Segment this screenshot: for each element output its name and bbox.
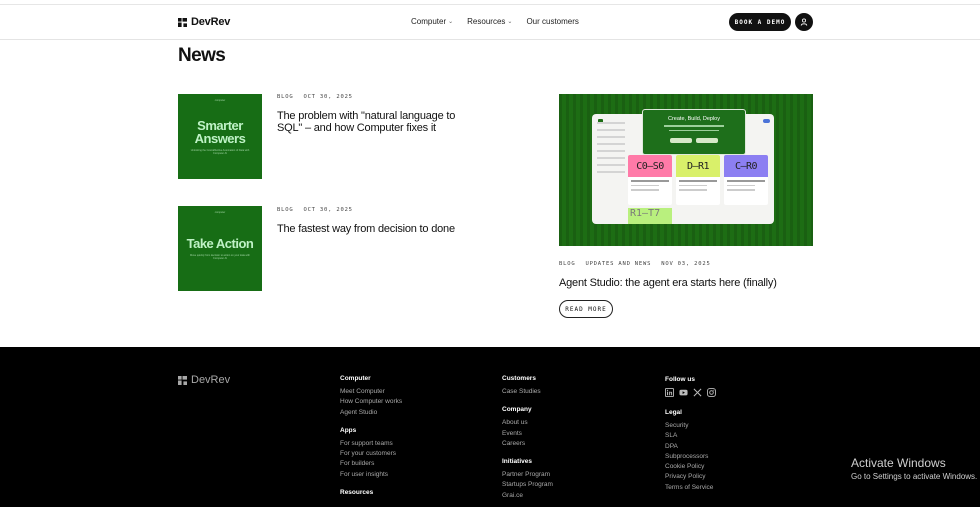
article-title[interactable]: The fastest way from decision to done [277,223,477,235]
featured-meta: BLOG UPDATES AND NEWS NOV 03, 2025 [559,261,711,267]
footer-link[interactable]: Meet Computer [340,387,402,397]
page-title: News [178,45,226,66]
footer-link[interactable]: Terms of Service [665,483,716,493]
user-icon [800,18,808,26]
social-links [665,388,716,397]
agent-card: R1—T7 [628,208,672,224]
linkedin-icon[interactable] [665,388,674,397]
nav-item-resources[interactable]: Resources ⌄ [467,17,512,26]
footer-link[interactable]: For your customers [340,449,402,459]
read-more-button[interactable]: READ MORE [559,300,613,318]
footer-link[interactable]: For builders [340,459,402,469]
nav-item-our-customers[interactable]: Our customers [526,17,578,26]
book-demo-button[interactable]: BOOK A DEMO [729,13,791,31]
footer-link[interactable]: About us [502,418,553,428]
chevron-down-icon: ⌄ [448,19,454,25]
devrev-logo-icon [178,375,187,385]
footer-link[interactable]: Grai.ce [502,491,553,501]
featured-image[interactable]: Create, Build, Deploy C0—S0 D—R1 C—R0 R1… [559,94,813,246]
thumbnail-headline: Smarter Answers [194,117,246,146]
footer-link[interactable]: DPA [665,442,716,452]
footer-link[interactable]: Careers [502,439,553,449]
site-header: DevRev Computer ⌄ Resources ⌄ Our customer… [0,5,980,40]
footer-column-computer: Computer Meet Computer How Computer work… [340,375,403,497]
footer-link[interactable]: Events [502,429,553,439]
footer-link[interactable]: Agent Studio [340,408,402,418]
featured-title[interactable]: Agent Studio: the agent era starts here … [559,277,813,289]
footer-logo[interactable]: DevRev [178,374,230,386]
agent-studio-screenshot: Create, Build, Deploy C0—S0 D—R1 C—R0 R1… [592,109,774,224]
logo-text: DevRev [191,16,231,28]
article-thumbnail[interactable]: computer Take Action Move quickly from d… [178,206,262,291]
create-build-deploy-dialog: Create, Build, Deploy [642,109,746,155]
footer-column-follow-legal: Follow us Legal Security SLA DPA Subproc… [665,376,716,493]
footer-link[interactable]: Cookie Policy [665,462,716,472]
footer-link[interactable]: Security [665,421,716,431]
main-nav: Computer ⌄ Resources ⌄ Our customers [411,17,579,26]
devrev-logo-icon [178,17,187,27]
footer-link[interactable]: Startups Program [502,480,553,490]
x-icon[interactable] [693,388,702,397]
account-button[interactable] [795,13,813,31]
footer-link[interactable]: Case Studies [502,387,553,397]
article-meta: BLOG OCT 30, 2025 [277,94,353,100]
chevron-down-icon: ⌄ [507,19,513,25]
footer-link[interactable]: Privacy Policy [665,472,716,482]
agent-card: D—R1 [676,155,720,205]
footer-link[interactable]: SLA [665,431,716,441]
site-footer: DevRev Computer Meet Computer How Comput… [0,347,980,507]
agent-card: C0—S0 [628,155,672,205]
devrev-logo[interactable]: DevRev [178,16,230,28]
youtube-icon[interactable] [679,388,688,397]
thumbnail-headline: Take Action [186,236,254,251]
footer-link[interactable]: How Computer works [340,397,402,407]
footer-link[interactable]: For user insights [340,470,402,480]
footer-column-customers: Customers Case Studies Company About us … [502,375,553,501]
article-title[interactable]: The problem with "natural language to SQ… [277,110,467,134]
article-thumbnail[interactable]: computer Smarter Answers Unlocking the C… [178,94,262,179]
instagram-icon[interactable] [707,388,716,397]
footer-link[interactable]: For support teams [340,439,402,449]
activate-windows-watermark: Activate Windows Go to Settings to activ… [851,456,978,481]
article-meta: BLOG OCT 30, 2025 [277,207,353,213]
nav-item-computer[interactable]: Computer ⌄ [411,17,453,26]
agent-card: C—R0 [724,155,768,205]
footer-link[interactable]: Subprocessors [665,452,716,462]
footer-link[interactable]: Partner Program [502,470,553,480]
